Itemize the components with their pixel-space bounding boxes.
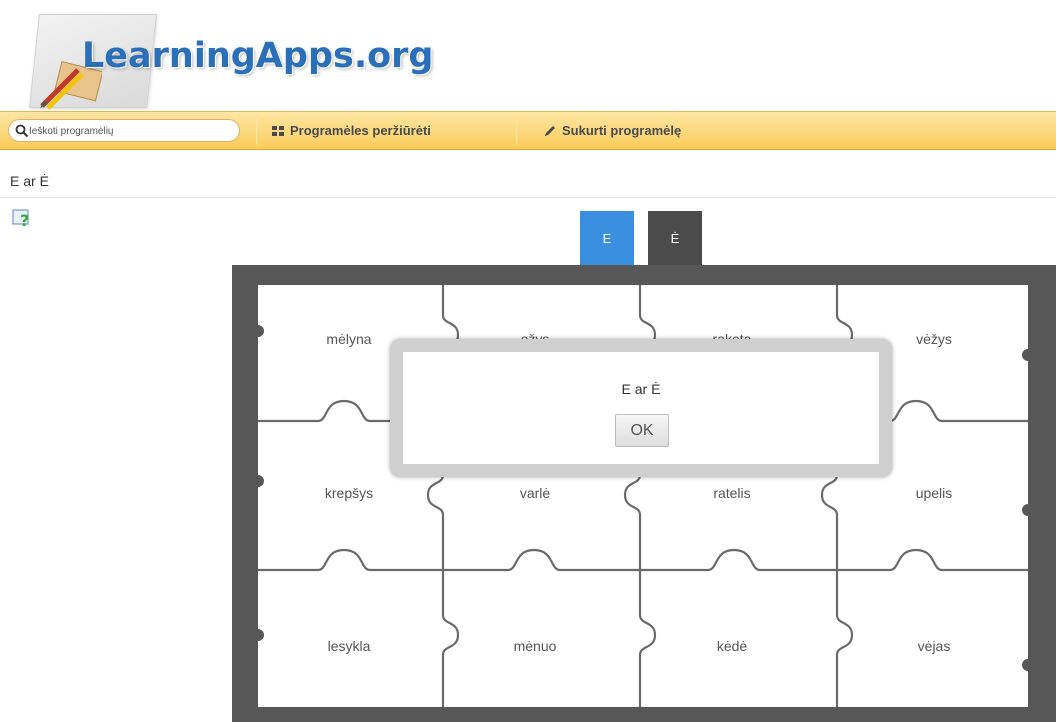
task-dialog-text: E ar Ė bbox=[621, 381, 661, 397]
pencil-icon bbox=[545, 125, 555, 136]
puzzle-piece[interactable]: varlė bbox=[450, 485, 620, 501]
learningapps-page: LearningApps.org Programėles peržiūrėti … bbox=[0, 0, 1056, 722]
task-dialog: E ar Ė OK bbox=[390, 339, 892, 477]
browse-apps-button[interactable]: Programėles peržiūrėti bbox=[272, 123, 431, 138]
puzzle-piece[interactable]: mėnuo bbox=[450, 638, 620, 654]
puzzle-piece[interactable]: ratelis bbox=[647, 485, 817, 501]
browse-apps-label: Programėles peržiūrėti bbox=[290, 123, 431, 138]
puzzle-piece[interactable]: krepšys bbox=[264, 485, 434, 501]
task-dialog-body: E ar Ė OK bbox=[403, 352, 879, 464]
puzzle-piece[interactable]: upelis bbox=[849, 485, 1019, 501]
site-logo[interactable]: LearningApps.org bbox=[18, 8, 438, 112]
puzzle-piece[interactable]: kėdė bbox=[647, 638, 817, 654]
puzzle-piece[interactable]: lesykla bbox=[264, 638, 434, 654]
toolbar-separator bbox=[256, 119, 257, 145]
help-icon[interactable]: ? bbox=[12, 207, 34, 229]
title-divider bbox=[0, 197, 1056, 198]
main-toolbar: Programėles peržiūrėti Sukurti programėl… bbox=[0, 111, 1056, 150]
create-app-button[interactable]: Sukurti programėlę bbox=[544, 123, 681, 138]
svg-text:?: ? bbox=[20, 211, 29, 229]
search-box bbox=[8, 119, 240, 142]
tab-e[interactable]: E bbox=[580, 211, 634, 267]
tab-e-dot[interactable]: Ė bbox=[648, 211, 702, 267]
toolbar-separator bbox=[516, 119, 517, 145]
puzzle-piece[interactable]: vėjas bbox=[849, 638, 1019, 654]
create-app-label: Sukurti programėlę bbox=[562, 123, 682, 138]
search-input[interactable] bbox=[29, 123, 229, 139]
search-icon bbox=[15, 124, 29, 138]
logo-text: LearningApps.org bbox=[82, 36, 434, 76]
ok-button[interactable]: OK bbox=[615, 414, 669, 447]
page-title: E ar Ė bbox=[10, 173, 49, 189]
grid-icon bbox=[272, 125, 284, 136]
